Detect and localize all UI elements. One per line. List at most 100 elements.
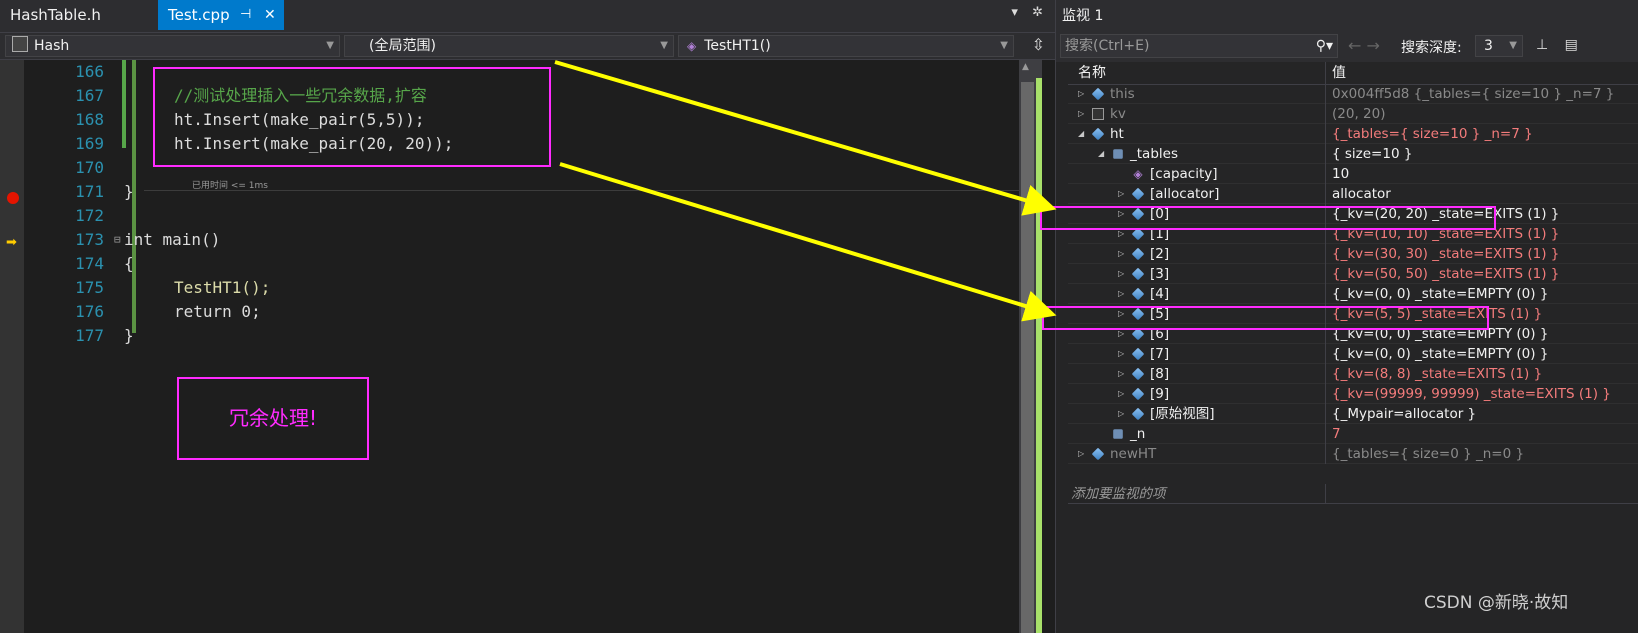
pin-icon[interactable]: ⊣ <box>240 0 251 30</box>
expand-toggle-icon[interactable]: ▷ <box>1118 244 1130 264</box>
dropdown-icon[interactable]: ▾ <box>1011 5 1018 20</box>
column-divider[interactable] <box>1325 62 1326 84</box>
watch-value[interactable]: {_tables={ size=10 } _n=7 } <box>1332 124 1533 144</box>
function-dropdown[interactable]: ◈ TestHT1() ▼ <box>678 35 1014 57</box>
collapse-icon[interactable]: ⊟ <box>114 228 121 252</box>
expand-toggle-icon[interactable]: ▷ <box>1118 184 1130 204</box>
watch-row[interactable]: ▷ [allocator] allocator <box>1068 184 1638 204</box>
watch-value[interactable]: {_tables={ size=0 } _n=0 } <box>1332 444 1524 464</box>
watch-value[interactable]: (20, 20) <box>1332 104 1385 124</box>
watch-value[interactable]: 10 <box>1332 164 1349 184</box>
watch-value[interactable]: {_kv=(99999, 99999) _state=EXITS (1) } <box>1332 384 1611 404</box>
watch-row[interactable]: ▷ [原始视图] {_Mypair=allocator } <box>1068 404 1638 424</box>
scope-dropdown[interactable]: (全局范围) ▼ <box>344 35 674 57</box>
tab-label: Test.cpp <box>168 6 230 24</box>
gear-icon[interactable]: ✲ <box>1032 5 1043 20</box>
close-icon[interactable]: ✕ <box>264 0 276 30</box>
scroll-thumb[interactable] <box>1021 82 1034 633</box>
pin-icon[interactable]: ⊥ <box>1536 37 1548 53</box>
expand-toggle-icon[interactable]: ▷ <box>1118 264 1130 284</box>
variable-icon <box>1092 108 1104 120</box>
expand-toggle-icon[interactable]: ▷ <box>1118 384 1130 404</box>
watch-value[interactable]: 7 <box>1332 424 1341 444</box>
search-depth-dropdown[interactable]: 3 ▼ <box>1475 35 1523 57</box>
code-line[interactable]: 172 <box>24 204 1019 228</box>
arrow-left-icon[interactable]: ← <box>1348 36 1361 55</box>
watch-value[interactable]: 0x004ff5d8 {_tables={ size=10 } _n=7 } <box>1332 84 1614 104</box>
add-watch-row[interactable]: 添加要监视的项 <box>1068 484 1638 504</box>
watch-value[interactable]: {_kv=(30, 30) _state=EXITS (1) } <box>1332 244 1559 264</box>
code-line[interactable]: 175 TestHT1(); <box>24 276 1019 300</box>
watch-value[interactable]: { size=10 } <box>1332 144 1412 164</box>
watch-name: ht <box>1110 126 1124 142</box>
breakpoint-icon[interactable] <box>7 192 19 204</box>
watch-row[interactable]: ▷ [2] {_kv=(30, 30) _state=EXITS (1) } <box>1068 244 1638 264</box>
search-depth-label: 搜索深度: <box>1401 40 1462 56</box>
watch-row[interactable]: _n 7 <box>1068 424 1638 444</box>
watch-name: [原始视图] <box>1150 406 1215 422</box>
expand-toggle-icon[interactable]: ▷ <box>1118 364 1130 384</box>
scroll-up-icon[interactable]: ▲ <box>1022 62 1029 72</box>
glyph-margin[interactable]: ➡ <box>0 60 24 633</box>
watch-row[interactable]: ◢ _tables { size=10 } <box>1068 144 1638 164</box>
watch-value[interactable]: {_kv=(0, 0) _state=EMPTY (0) } <box>1332 344 1548 364</box>
watch-row[interactable]: ▷ [7] {_kv=(0, 0) _state=EMPTY (0) } <box>1068 344 1638 364</box>
expand-toggle-icon[interactable]: ▷ <box>1118 404 1130 424</box>
code-line[interactable]: 171 } <box>24 180 1019 204</box>
tab-test-cpp[interactable]: Test.cpp ⊣ ✕ <box>158 0 284 30</box>
column-divider <box>1325 404 1326 424</box>
expand-toggle-icon[interactable]: ▷ <box>1118 284 1130 304</box>
project-icon <box>12 36 28 52</box>
annotation-box-row-0 <box>1040 206 1496 230</box>
object-icon <box>1131 247 1145 261</box>
watch-value[interactable]: {_kv=(50, 50) _state=EXITS (1) } <box>1332 264 1559 284</box>
document-tabs: HashTable.h Test.cpp ⊣ ✕ ▾ ✲ <box>0 0 1055 32</box>
watch-row[interactable]: ◢ ht {_tables={ size=10 } _n=7 } <box>1068 124 1638 144</box>
column-name-header[interactable]: 名称 <box>1078 62 1106 84</box>
watch-row[interactable]: ▷ [8] {_kv=(8, 8) _state=EXITS (1) } <box>1068 364 1638 384</box>
hex-display-icon[interactable]: ▤ <box>1565 37 1578 53</box>
watch-search-input[interactable]: 搜索(Ctrl+E) ⚲▾ <box>1060 34 1338 58</box>
expand-toggle-icon[interactable]: ▷ <box>1078 444 1090 464</box>
project-dropdown[interactable]: Hash ▼ <box>5 35 340 57</box>
watch-row[interactable]: ▷ [4] {_kv=(0, 0) _state=EMPTY (0) } <box>1068 284 1638 304</box>
watch-row[interactable]: ▷ newHT {_tables={ size=0 } _n=0 } <box>1068 444 1638 464</box>
watch-row[interactable]: ▷ [3] {_kv=(50, 50) _state=EXITS (1) } <box>1068 264 1638 284</box>
watch-name: [9] <box>1150 386 1170 402</box>
method-icon: ◈ <box>1133 167 1143 181</box>
search-icon[interactable]: ⚲▾ <box>1316 35 1333 57</box>
expand-toggle-icon[interactable]: ▷ <box>1078 84 1090 104</box>
tab-hashtable-h[interactable]: HashTable.h <box>0 0 150 30</box>
code-line[interactable]: 177 } <box>24 324 1019 348</box>
column-divider <box>1325 284 1326 304</box>
watch-row[interactable]: ◈ [capacity] 10 <box>1068 164 1638 184</box>
code-line[interactable]: 176 return 0; <box>24 300 1019 324</box>
watch-name: [4] <box>1150 286 1170 302</box>
watch-value[interactable]: allocator <box>1332 184 1391 204</box>
project-label: Hash <box>34 38 70 54</box>
search-placeholder: 搜索(Ctrl+E) <box>1065 38 1150 54</box>
annotation-box-row-5 <box>1042 306 1489 330</box>
expand-toggle-icon[interactable]: ▷ <box>1118 344 1130 364</box>
watch-value[interactable]: {_kv=(0, 0) _state=EMPTY (0) } <box>1332 284 1548 304</box>
column-value-header[interactable]: 值 <box>1332 62 1346 84</box>
watch-value[interactable]: {_kv=(8, 8) _state=EXITS (1) } <box>1332 364 1542 384</box>
expand-toggle-icon[interactable]: ◢ <box>1098 144 1110 164</box>
watch-value[interactable]: {_Mypair=allocator } <box>1332 404 1476 424</box>
code-line[interactable]: 173 ⊟ int main() <box>24 228 1019 252</box>
arrow-right-icon[interactable]: → <box>1367 36 1380 55</box>
expand-toggle-icon[interactable]: ▷ <box>1078 104 1090 124</box>
editor-scrollbar[interactable]: ▲ <box>1019 60 1036 633</box>
watch-row[interactable]: ▷ [9] {_kv=(99999, 99999) _state=EXITS (1)… <box>1068 384 1638 404</box>
watch-row[interactable]: ▷ kv (20, 20) <box>1068 104 1638 124</box>
line-number: 174 <box>75 254 104 273</box>
line-number: 171 <box>75 182 104 201</box>
watch-name: [2] <box>1150 246 1170 262</box>
code-line[interactable]: 174 { <box>24 252 1019 276</box>
search-depth-value: 3 <box>1484 38 1493 54</box>
split-view-icon[interactable]: ⇳ <box>1032 35 1045 54</box>
watch-row[interactable]: ▷ this 0x004ff5d8 {_tables={ size=10 } _n=… <box>1068 84 1638 104</box>
line-separator <box>144 190 1019 191</box>
expand-toggle-icon[interactable]: ◢ <box>1078 124 1090 144</box>
watch-name: kv <box>1110 106 1126 122</box>
